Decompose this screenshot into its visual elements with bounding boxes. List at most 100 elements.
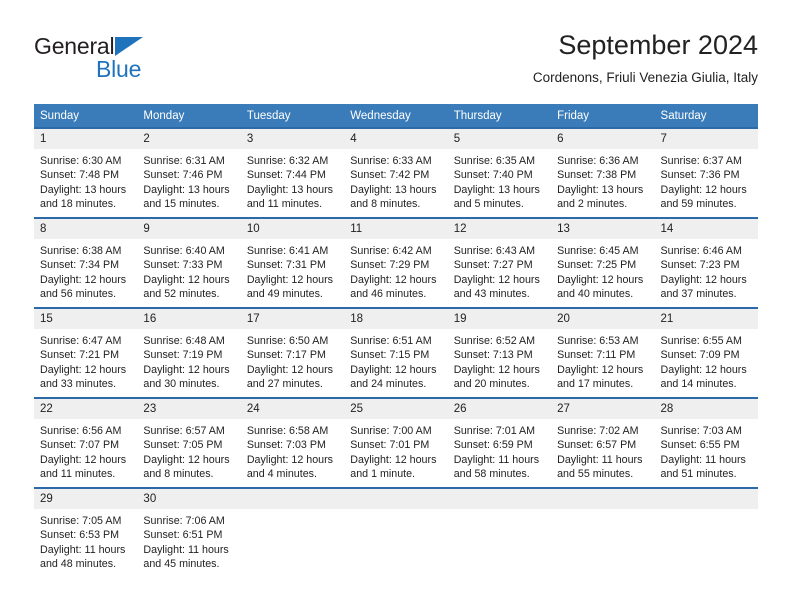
daylight-text-line1: Daylight: 11 hours — [453, 453, 540, 466]
day-details: Sunrise: 7:03 AM Sunset: 6:55 PM Daylight:… — [655, 419, 758, 481]
calendar-day-cell[interactable]: 22 Sunrise: 6:56 AM Sunset: 7:07 PM Dayligh… — [34, 397, 138, 488]
calendar-day-cell[interactable]: 16 Sunrise: 6:48 AM Sunset: 7:19 PM Dayligh… — [137, 307, 241, 398]
calendar-body: 1 Sunrise: 6:30 AM Sunset: 7:48 PM Daylight… — [34, 127, 758, 577]
daylight-text-line2: and 49 minutes. — [246, 287, 323, 300]
sunrise-text: Sunrise: 6:32 AM — [246, 155, 329, 167]
calendar-day-cell[interactable]: 4 Sunrise: 6:33 AM Sunset: 7:42 PM Daylight… — [344, 127, 448, 218]
day-box: 20 Sunrise: 6:53 AM Sunset: 7:11 PM Dayligh… — [551, 309, 655, 397]
calendar-day-cell[interactable]: 12 Sunrise: 6:43 AM Sunset: 7:27 PM Dayligh… — [447, 217, 552, 308]
calendar-day-cell[interactable]: 23 Sunrise: 6:57 AM Sunset: 7:05 PM Dayligh… — [137, 397, 241, 488]
sunrise-text: Sunrise: 6:47 AM — [40, 335, 122, 347]
calendar-day-cell[interactable]: 28 Sunrise: 7:03 AM Sunset: 6:55 PM Dayligh… — [654, 397, 758, 488]
sunset-text: Sunset: 7:34 PM — [40, 259, 120, 272]
daylight-text-line2: and 8 minutes. — [143, 467, 214, 480]
daylight-text-line1: Daylight: 12 hours — [40, 453, 127, 466]
day-details: Sunrise: 6:31 AM Sunset: 7:46 PM Daylight:… — [137, 149, 240, 211]
day-box: 21 Sunrise: 6:55 AM Sunset: 7:09 PM Dayligh… — [654, 309, 758, 397]
calendar-week-row: 22 Sunrise: 6:56 AM Sunset: 7:07 PM Dayligh… — [34, 397, 758, 488]
sunset-text: Sunset: 7:17 PM — [246, 349, 326, 362]
day-box: 17 Sunrise: 6:50 AM Sunset: 7:17 PM Dayligh… — [240, 309, 345, 397]
calendar-day-cell[interactable]: 13 Sunrise: 6:45 AM Sunset: 7:25 PM Dayligh… — [551, 217, 655, 308]
day-box — [344, 489, 448, 577]
calendar-day-cell[interactable]: 17 Sunrise: 6:50 AM Sunset: 7:17 PM Dayligh… — [240, 307, 345, 398]
daylight-text-line1: Daylight: 11 hours — [660, 453, 746, 466]
daylight-text-line2: and 27 minutes. — [246, 377, 323, 390]
day-details: Sunrise: 7:06 AM Sunset: 6:51 PM Daylight:… — [137, 509, 240, 571]
daylight-text-line1: Daylight: 12 hours — [143, 363, 230, 376]
daylight-text-line2: and 48 minutes. — [40, 557, 117, 570]
day-details: Sunrise: 7:01 AM Sunset: 6:59 PM Daylight:… — [448, 419, 551, 481]
calendar-header-row: Sunday Monday Tuesday Wednesday Thursday… — [34, 104, 758, 128]
day-details: Sunrise: 7:00 AM Sunset: 7:01 PM Daylight:… — [344, 419, 447, 481]
day-number: 21 — [654, 309, 758, 329]
sunrise-text: Sunrise: 7:06 AM — [143, 515, 225, 527]
calendar-page: General Blue September 2024 Cordenons, F… — [0, 0, 792, 612]
calendar-day-cell[interactable]: 19 Sunrise: 6:52 AM Sunset: 7:13 PM Dayligh… — [447, 307, 552, 398]
calendar-day-cell[interactable]: 18 Sunrise: 6:51 AM Sunset: 7:15 PM Dayligh… — [344, 307, 448, 398]
sunset-text: Sunset: 6:53 PM — [40, 529, 120, 542]
sunrise-text: Sunrise: 7:02 AM — [557, 425, 639, 437]
calendar-day-cell[interactable] — [551, 487, 655, 577]
sunrise-text: Sunrise: 6:42 AM — [350, 245, 432, 257]
calendar-day-cell[interactable] — [240, 487, 345, 577]
sunrise-text: Sunrise: 6:53 AM — [557, 335, 639, 347]
day-box: 8 Sunrise: 6:38 AM Sunset: 7:34 PM Daylight… — [34, 219, 138, 307]
calendar-day-cell[interactable]: 24 Sunrise: 6:58 AM Sunset: 7:03 PM Dayligh… — [240, 397, 345, 488]
sunset-text: Sunset: 7:03 PM — [246, 439, 326, 452]
calendar-day-cell[interactable]: 30 Sunrise: 7:06 AM Sunset: 6:51 PM Dayligh… — [137, 487, 241, 577]
calendar-day-cell[interactable]: 15 Sunrise: 6:47 AM Sunset: 7:21 PM Dayligh… — [34, 307, 138, 398]
day-box: 29 Sunrise: 7:05 AM Sunset: 6:53 PM Dayligh… — [34, 489, 138, 577]
calendar-day-cell[interactable]: 14 Sunrise: 6:46 AM Sunset: 7:23 PM Dayligh… — [654, 217, 758, 308]
day-details: Sunrise: 6:35 AM Sunset: 7:40 PM Daylight:… — [448, 149, 551, 211]
daylight-text-line2: and 59 minutes. — [660, 197, 737, 210]
calendar-grid: Sunday Monday Tuesday Wednesday Thursday… — [34, 104, 758, 577]
calendar-day-cell[interactable]: 29 Sunrise: 7:05 AM Sunset: 6:53 PM Dayligh… — [34, 487, 138, 577]
sunset-text: Sunset: 6:57 PM — [557, 439, 637, 452]
calendar-day-cell[interactable]: 26 Sunrise: 7:01 AM Sunset: 6:59 PM Dayligh… — [447, 397, 552, 488]
sunrise-text: Sunrise: 6:50 AM — [246, 335, 329, 347]
calendar-day-cell[interactable]: 6 Sunrise: 6:36 AM Sunset: 7:38 PM Daylight… — [551, 127, 655, 218]
day-box — [654, 489, 758, 577]
calendar-day-cell[interactable]: 20 Sunrise: 6:53 AM Sunset: 7:11 PM Dayligh… — [551, 307, 655, 398]
calendar-day-cell[interactable]: 3 Sunrise: 6:32 AM Sunset: 7:44 PM Daylight… — [240, 127, 345, 218]
sunset-text: Sunset: 6:59 PM — [453, 439, 533, 452]
generalblue-logo[interactable]: General Blue — [34, 34, 264, 92]
day-number: 4 — [344, 129, 448, 149]
calendar-day-cell[interactable]: 8 Sunrise: 6:38 AM Sunset: 7:34 PM Daylight… — [34, 217, 138, 308]
day-number: 27 — [551, 399, 655, 419]
calendar-day-cell[interactable]: 1 Sunrise: 6:30 AM Sunset: 7:48 PM Daylight… — [34, 127, 138, 218]
calendar-day-cell[interactable]: 5 Sunrise: 6:35 AM Sunset: 7:40 PM Daylight… — [447, 127, 552, 218]
day-number: 16 — [137, 309, 241, 329]
day-number: 3 — [240, 129, 345, 149]
calendar-day-cell[interactable]: 2 Sunrise: 6:31 AM Sunset: 7:46 PM Daylight… — [137, 127, 241, 218]
day-details: Sunrise: 6:38 AM Sunset: 7:34 PM Daylight:… — [34, 239, 137, 301]
sunset-text: Sunset: 6:51 PM — [143, 529, 223, 542]
daylight-text-line2: and 43 minutes. — [453, 287, 530, 300]
daylight-text-line1: Daylight: 12 hours — [246, 273, 333, 286]
day-number: 25 — [344, 399, 448, 419]
calendar-day-cell[interactable] — [344, 487, 448, 577]
sunset-text: Sunset: 7:01 PM — [350, 439, 430, 452]
calendar-day-cell[interactable] — [447, 487, 552, 577]
day-number: 23 — [137, 399, 241, 419]
daylight-text-line1: Daylight: 12 hours — [143, 273, 230, 286]
day-details: Sunrise: 6:55 AM Sunset: 7:09 PM Daylight:… — [655, 329, 758, 391]
daylight-text-line1: Daylight: 12 hours — [557, 363, 644, 376]
day-box: 1 Sunrise: 6:30 AM Sunset: 7:48 PM Daylight… — [34, 129, 138, 217]
sunset-text: Sunset: 7:29 PM — [350, 259, 430, 272]
day-box: 7 Sunrise: 6:37 AM Sunset: 7:36 PM Daylight… — [654, 129, 758, 217]
calendar-day-cell[interactable]: 7 Sunrise: 6:37 AM Sunset: 7:36 PM Daylight… — [654, 127, 758, 218]
daylight-text-line2: and 30 minutes. — [143, 377, 220, 390]
day-box: 4 Sunrise: 6:33 AM Sunset: 7:42 PM Daylight… — [344, 129, 448, 217]
calendar-day-cell[interactable]: 21 Sunrise: 6:55 AM Sunset: 7:09 PM Dayligh… — [654, 307, 758, 398]
calendar-day-cell[interactable]: 27 Sunrise: 7:02 AM Sunset: 6:57 PM Dayligh… — [551, 397, 655, 488]
day-number: 29 — [34, 489, 138, 509]
calendar-day-cell[interactable]: 9 Sunrise: 6:40 AM Sunset: 7:33 PM Daylight… — [137, 217, 241, 308]
calendar-day-cell[interactable] — [654, 487, 758, 577]
calendar-day-cell[interactable]: 10 Sunrise: 6:41 AM Sunset: 7:31 PM Dayligh… — [240, 217, 345, 308]
day-box: 9 Sunrise: 6:40 AM Sunset: 7:33 PM Daylight… — [137, 219, 241, 307]
day-number — [240, 489, 345, 509]
sunrise-text: Sunrise: 6:46 AM — [660, 245, 742, 257]
calendar-day-cell[interactable]: 25 Sunrise: 7:00 AM Sunset: 7:01 PM Dayligh… — [344, 397, 448, 488]
calendar-day-cell[interactable]: 11 Sunrise: 6:42 AM Sunset: 7:29 PM Dayligh… — [344, 217, 448, 308]
